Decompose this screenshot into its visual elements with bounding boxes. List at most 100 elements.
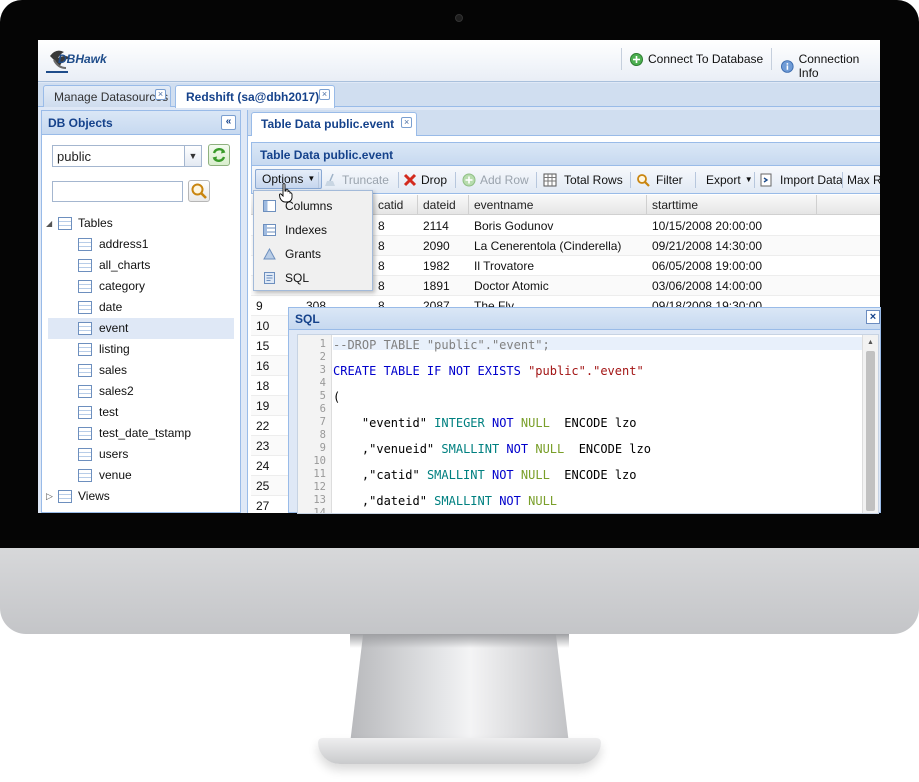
tree-node-table[interactable]: all_charts — [42, 255, 240, 276]
toolbar-separator — [842, 172, 843, 188]
table-icon — [78, 364, 92, 377]
topbar-separator — [771, 48, 772, 70]
menu-item-grants[interactable]: Grants — [254, 242, 372, 266]
close-icon[interactable]: × — [401, 117, 413, 128]
menu-item-columns[interactable]: Columns — [254, 194, 372, 218]
add-row-button[interactable]: Add Row — [462, 170, 529, 190]
toolbar-separator — [318, 172, 319, 188]
table-icon — [78, 448, 92, 461]
tab-label: Table Data public.event — [261, 117, 395, 131]
expand-arrow-icon[interactable]: ◢ — [46, 213, 52, 234]
grid-cell-eventname[interactable]: Doctor Atomic — [469, 276, 647, 296]
monitor-chin — [0, 548, 919, 634]
table-icon — [78, 301, 92, 314]
tree-label: all_charts — [99, 258, 151, 272]
code-null: NULL — [528, 494, 558, 508]
code-identifier: ,"venueid" — [361, 442, 435, 456]
scroll-up-arrow-icon[interactable]: ▲ — [867, 339, 874, 346]
grid-cell-eventname[interactable]: Boris Godunov — [469, 216, 647, 236]
column-header-starttime[interactable]: starttime — [647, 195, 817, 215]
tree-node-table[interactable]: venue — [42, 465, 240, 486]
grid-cell-eventname[interactable]: Il Trovatore — [469, 256, 647, 276]
chevron-down-icon[interactable]: ▼ — [184, 146, 201, 166]
grid-cell-catid[interactable]: 8 — [373, 236, 418, 256]
total-rows-button[interactable]: Total Rows — [543, 170, 623, 190]
connection-info-button[interactable]: Connection Info — [781, 52, 880, 80]
export-button[interactable]: Export ▼ — [706, 170, 753, 190]
code-line: ,"dateid" SMALLINT NOT NULL — [332, 494, 557, 508]
refresh-button[interactable] — [208, 144, 230, 166]
tree-node-table[interactable]: address1 — [42, 234, 240, 255]
code-identifier: ,"dateid" — [361, 494, 427, 508]
line-number: 8 — [319, 429, 326, 441]
add-circle-icon — [462, 173, 476, 187]
delete-x-icon — [403, 173, 417, 187]
line-number: 11 — [313, 468, 326, 480]
sql-window-header: SQL × — [289, 308, 880, 330]
editor-scrollbar[interactable]: ▲ — [862, 335, 878, 513]
close-icon[interactable]: × — [319, 89, 330, 100]
main-tab-strip: Manage Datasources × Redshift (sa@dbh201… — [38, 83, 880, 108]
max-rows-button[interactable]: Max Ro — [847, 170, 880, 190]
grid-cell-dateid[interactable]: 2090 — [418, 236, 469, 256]
grid-cell-dateid[interactable]: 1891 — [418, 276, 469, 296]
tree-node-table[interactable]: sales2 — [42, 381, 240, 402]
scrollbar-thumb[interactable] — [866, 351, 875, 511]
drop-label: Drop — [421, 173, 448, 187]
tree-node-table[interactable]: listing — [42, 339, 240, 360]
grid-cell-starttime[interactable]: 10/15/2008 20:00:00 — [647, 216, 817, 236]
search-button[interactable] — [188, 180, 210, 202]
grid-cell-dateid[interactable]: 1982 — [418, 256, 469, 276]
tree-node-table[interactable]: test — [42, 402, 240, 423]
table-icon — [78, 385, 92, 398]
tree-label: sales2 — [99, 384, 134, 398]
tree-label: date — [99, 300, 123, 314]
line-number: 12 — [313, 481, 326, 493]
column-header-catid[interactable]: catid — [373, 195, 418, 215]
collapse-panel-button[interactable]: « — [221, 115, 236, 130]
grid-cell-starttime[interactable]: 09/21/2008 14:30:00 — [647, 236, 817, 256]
tree-node-table[interactable]: sales — [42, 360, 240, 381]
grid-cell-dateid[interactable]: 2114 — [418, 216, 469, 236]
tree-node-table[interactable]: category — [42, 276, 240, 297]
table-icon — [78, 343, 92, 356]
toolbar-separator — [630, 172, 631, 188]
grid-cell-eventname[interactable]: La Cenerentola (Cinderella) — [469, 236, 647, 256]
menu-item-indexes[interactable]: Indexes — [254, 218, 372, 242]
tree-node-tables[interactable]: ◢ Tables — [42, 213, 240, 234]
import-data-button[interactable]: Import Data — [759, 170, 843, 190]
column-header-eventname[interactable]: eventname — [469, 195, 647, 215]
object-search-input[interactable] — [52, 181, 183, 202]
tree-node-table[interactable]: test_date_tstamp — [42, 423, 240, 444]
tab-redshift[interactable]: Redshift (sa@dbh2017) × — [175, 85, 335, 108]
close-icon[interactable]: × — [866, 310, 880, 324]
filter-button[interactable]: Filter — [636, 170, 683, 190]
drop-button[interactable]: Drop — [403, 170, 447, 190]
column-header-dateid[interactable]: dateid — [418, 195, 469, 215]
tree-node-views[interactable]: ▷ Views — [42, 486, 240, 507]
grid-cell-catid[interactable]: 8 — [373, 216, 418, 236]
collapse-arrow-icon[interactable]: ▷ — [46, 486, 53, 507]
tree-node-table[interactable]: users — [42, 444, 240, 465]
grid-cell-catid[interactable]: 8 — [373, 276, 418, 296]
tree-node-table[interactable]: event — [48, 318, 234, 339]
tree-node-table[interactable]: date — [42, 297, 240, 318]
topbar-separator — [621, 48, 622, 70]
grid-cell-catid[interactable]: 8 — [373, 256, 418, 276]
tab-manage-datasources[interactable]: Manage Datasources × — [43, 85, 171, 107]
menu-item-label: Grants — [285, 247, 322, 261]
code-keyword: NOT — [491, 468, 514, 482]
code-null: NULL — [520, 416, 550, 430]
truncate-button[interactable]: Truncate — [324, 170, 389, 190]
close-icon[interactable]: × — [155, 89, 166, 100]
schema-select[interactable]: public ▼ — [52, 145, 202, 167]
tree-label: test — [99, 405, 119, 419]
sql-editor[interactable]: 1 2 3 4 5 6 7 8 9 10 11 12 13 14 --DROP TABLE "public… — [297, 334, 879, 514]
toolbar-separator — [695, 172, 696, 188]
menu-item-sql[interactable]: SQL — [254, 266, 372, 290]
grid-cell-starttime[interactable]: 03/06/2008 14:00:00 — [647, 276, 817, 296]
connect-to-database-button[interactable]: Connect To Database — [630, 52, 763, 66]
grid-cell-starttime[interactable]: 06/05/2008 19:00:00 — [647, 256, 817, 276]
line-number: 1 — [319, 338, 326, 350]
tab-table-data[interactable]: Table Data public.event × — [251, 112, 418, 136]
